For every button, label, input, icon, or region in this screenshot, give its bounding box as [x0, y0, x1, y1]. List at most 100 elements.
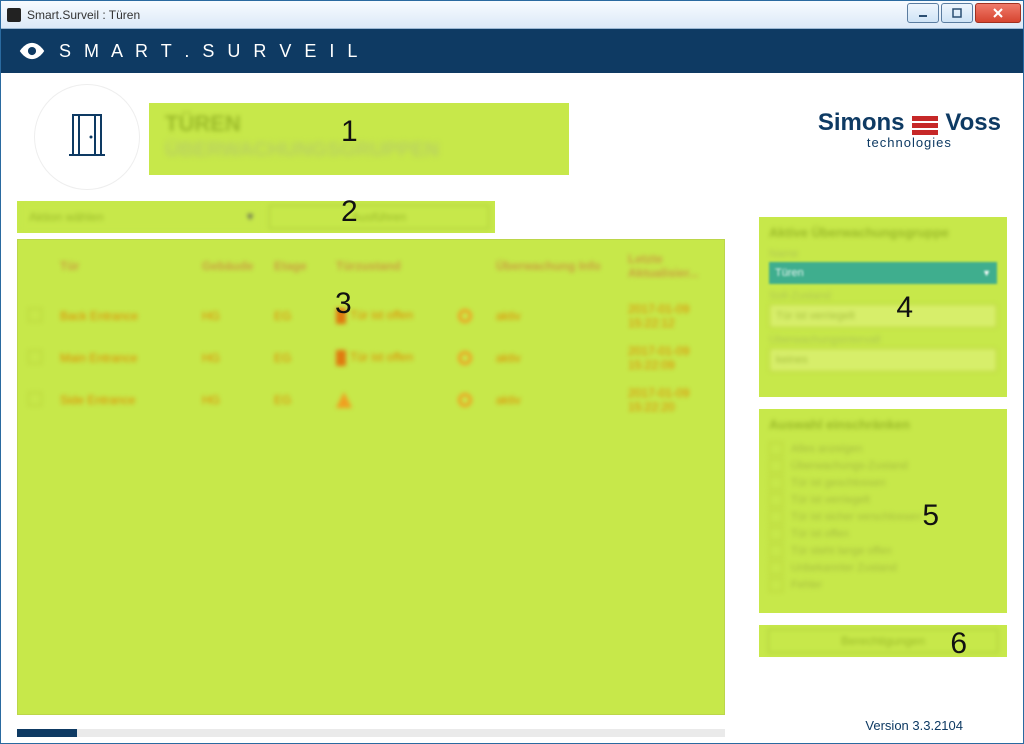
execute-button-label: Ausführen [352, 210, 407, 224]
filter-label: Überwachungs-Zustand [791, 460, 908, 472]
filter-label: Tür ist verriegelt [791, 494, 870, 506]
filter-label: Tür ist offen [791, 528, 849, 540]
brand-part1: Simons [818, 109, 905, 136]
chevron-down-icon: ▼ [982, 268, 991, 278]
cell-updated: 2017-01-09 15:22:09 [620, 338, 722, 378]
page-icon-circle [35, 85, 139, 189]
table-row[interactable]: Back EntranceHGEGTür ist offen aktiv2017-… [20, 296, 722, 336]
action-select[interactable]: Aktion wählen ▼ [23, 205, 261, 229]
filter-checkbox[interactable] [769, 442, 783, 456]
active-group-header: Aktive Überwachungsgruppe [769, 225, 997, 240]
filter-item[interactable]: Tür steht lange offen [769, 544, 997, 558]
door-open-icon [336, 350, 346, 366]
filter-checkbox[interactable] [769, 544, 783, 558]
chevron-down-icon: ▼ [245, 212, 255, 223]
door-icon [67, 111, 107, 164]
filter-label: Tür ist sicher verschlossen [791, 511, 921, 523]
cell-door: Back Entrance [52, 296, 192, 336]
title-block: TÜREN ÜBERWACHUNGSGRUPPEN [149, 103, 569, 175]
filter-checkbox[interactable] [769, 578, 783, 592]
filter-label: Fehler [791, 579, 822, 591]
target-state-label: Soll-Zustand [769, 290, 997, 302]
row-checkbox[interactable] [28, 392, 42, 406]
table-row[interactable]: Main EntranceHGEGTür ist offenaktiv2017-… [20, 338, 722, 378]
filter-checkbox[interactable] [769, 459, 783, 473]
minimize-button[interactable] [907, 3, 939, 23]
status-ring-icon [458, 351, 472, 365]
content-area: TÜREN ÜBERWACHUNGSGRUPPEN 1 Aktion wähle… [1, 73, 1023, 743]
active-group-panel: Aktive Überwachungsgruppe Name Türen ▼ S… [759, 217, 1007, 397]
filter-checkbox[interactable] [769, 493, 783, 507]
row-checkbox[interactable] [28, 350, 42, 364]
cell-updated: 2017-01-09 15:22:12 [620, 296, 722, 336]
filter-item[interactable]: Überwachungs-Zustand [769, 459, 997, 473]
cell-building: HG [194, 296, 264, 336]
cell-door: Side Entrance [52, 380, 192, 420]
group-name-select[interactable]: Türen ▼ [769, 262, 997, 284]
cell-ring [450, 338, 486, 378]
col-state[interactable]: Türzustand [328, 242, 448, 294]
target-state-value: Tür ist verriegelt [776, 310, 855, 322]
col-door[interactable]: Tür [52, 242, 192, 294]
filter-item[interactable]: Fehler [769, 578, 997, 592]
execute-button[interactable]: Ausführen [269, 205, 489, 229]
table-header-row: Tür Gebäude Etage Türzustand Überwachung… [20, 242, 722, 294]
cell-ring [450, 296, 486, 336]
row-checkbox[interactable] [28, 308, 42, 322]
permissions-button[interactable]: Berechtigungen [768, 629, 998, 653]
cell-state: Tür ist offen [328, 296, 448, 336]
brand-part2: Voss [945, 109, 1001, 136]
filter-panel: Auswahl einschränken Alles anzeigen Überw… [759, 409, 1007, 613]
filter-header: Auswahl einschränken [769, 417, 997, 432]
permissions-button-label: Berechtigungen [841, 634, 925, 648]
h-scrollbar-thumb[interactable] [17, 729, 77, 737]
permissions-bar: Berechtigungen [759, 625, 1007, 657]
col-floor[interactable]: Etage [266, 242, 326, 294]
cell-updated: 2017-01-09 15:22:20 [620, 380, 722, 420]
status-ring-icon [458, 309, 472, 323]
window-title: Smart.Surveil : Türen [27, 8, 140, 22]
maximize-button[interactable] [941, 3, 973, 23]
brand-sub: technologies [818, 135, 1001, 150]
filter-label: Tür ist geschlossen [791, 477, 886, 489]
filter-checkbox[interactable] [769, 561, 783, 575]
cell-info: aktiv [488, 338, 618, 378]
col-updated[interactable]: Letzte Aktualisier... [620, 242, 722, 294]
cell-ring [450, 380, 486, 420]
filter-item[interactable]: Tür ist geschlossen [769, 476, 997, 490]
filter-item[interactable]: Alles anzeigen [769, 442, 997, 456]
action-select-text: Aktion wählen [29, 210, 104, 224]
cell-floor: EG [266, 338, 326, 378]
col-ring [450, 242, 486, 294]
filter-label: Tür steht lange offen [791, 545, 892, 557]
cell-floor: EG [266, 296, 326, 336]
filter-item[interactable]: Tür ist verriegelt [769, 493, 997, 507]
cell-info: aktiv [488, 380, 618, 420]
table-row[interactable]: Side EntranceHGEGaktiv2017-01-09 15:22:2… [20, 380, 722, 420]
interval-label: Überwachungsintervall [769, 334, 997, 346]
close-button[interactable] [975, 3, 1021, 23]
filter-item[interactable]: Unbekannter Zustand [769, 561, 997, 575]
filter-checkbox[interactable] [769, 476, 783, 490]
brand-logo: Simons Voss technologies [818, 109, 1001, 150]
h-scrollbar[interactable] [17, 729, 725, 737]
col-building[interactable]: Gebäude [194, 242, 264, 294]
filter-item[interactable]: Tür ist sicher verschlossen [769, 510, 997, 524]
col-info[interactable]: Überwachung Info [488, 242, 618, 294]
doors-table-region: Tür Gebäude Etage Türzustand Überwachung… [17, 239, 725, 715]
cell-state [328, 380, 448, 420]
interval-field[interactable]: keines [769, 348, 997, 372]
filter-checkbox[interactable] [769, 510, 783, 524]
cell-building: HG [194, 338, 264, 378]
warning-icon [336, 392, 352, 408]
page-subtitle[interactable]: ÜBERWACHUNGSGRUPPEN [165, 139, 553, 162]
cell-info: aktiv [488, 296, 618, 336]
filter-item[interactable]: Tür ist offen [769, 527, 997, 541]
cell-state: Tür ist offen [328, 338, 448, 378]
filter-checkbox[interactable] [769, 527, 783, 541]
eye-icon [19, 38, 45, 64]
status-ring-icon [458, 393, 472, 407]
name-label: Name [769, 248, 997, 260]
target-state-field[interactable]: Tür ist verriegelt [769, 304, 997, 328]
page-title[interactable]: TÜREN [165, 111, 553, 137]
